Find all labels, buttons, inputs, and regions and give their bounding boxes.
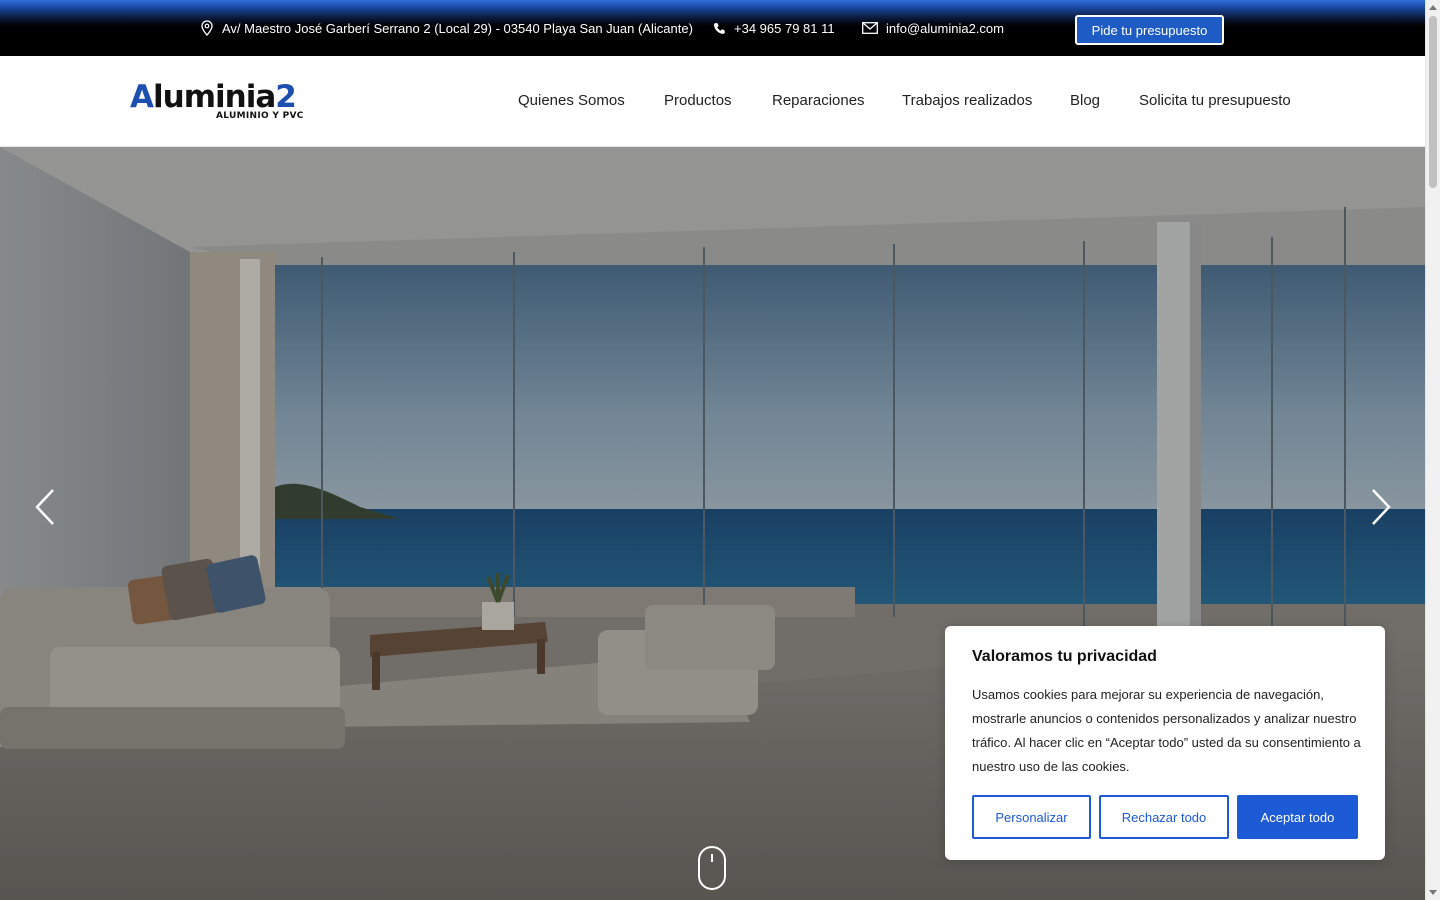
scroll-down-button[interactable] [697, 845, 727, 891]
logo[interactable]: Aluminia2 ALUMINIO Y PVC [130, 80, 310, 124]
nav-item-productos[interactable]: Productos [664, 92, 732, 109]
page-scrollbar[interactable] [1425, 0, 1440, 900]
site-header: Aluminia2 ALUMINIO Y PVC Quienes Somos P… [0, 56, 1425, 147]
scrollbar-thumb[interactable] [1429, 16, 1437, 188]
scroll-down-arrow-icon[interactable] [1429, 890, 1437, 895]
cookie-consent-banner: Valoramos tu privacidad Usamos cookies p… [945, 626, 1385, 860]
cookie-reject-button[interactable]: Rechazar todo [1099, 795, 1229, 839]
phone-icon [713, 22, 726, 35]
slider-prev-button[interactable] [26, 487, 66, 527]
cookie-accept-button[interactable]: Aceptar todo [1237, 795, 1358, 839]
cookie-title: Valoramos tu privacidad [972, 648, 1157, 665]
address-info: Av/ Maestro José Garberí Serrano 2 (Loca… [200, 0, 693, 56]
logo-wordmark: Aluminia2 [130, 79, 297, 115]
top-bar: Av/ Maestro José Garberí Serrano 2 (Loca… [0, 0, 1425, 56]
cookie-customize-button[interactable]: Personalizar [972, 795, 1091, 839]
phone-info[interactable]: +34 965 79 81 11 [713, 0, 835, 56]
chevron-left-icon [35, 489, 54, 525]
nav-item-solicita-presupuesto[interactable]: Solicita tu presupuesto [1139, 92, 1291, 109]
slider-next-button[interactable] [1360, 487, 1400, 527]
envelope-icon [862, 22, 878, 34]
nav-item-blog[interactable]: Blog [1070, 92, 1100, 109]
location-pin-icon [200, 20, 214, 36]
address-text: Av/ Maestro José Garberí Serrano 2 (Loca… [222, 20, 693, 36]
email-info[interactable]: info@aluminia2.com [862, 0, 1004, 56]
scroll-mouse-icon [698, 846, 726, 890]
email-text[interactable]: info@aluminia2.com [886, 21, 1004, 36]
cookie-text: Usamos cookies para mejorar su experienc… [972, 687, 1361, 774]
logo-tagline: ALUMINIO Y PVC [216, 111, 304, 121]
nav-item-reparaciones[interactable]: Reparaciones [772, 92, 865, 109]
chevron-right-icon [1372, 489, 1391, 525]
nav-item-quienes-somos[interactable]: Quienes Somos [518, 92, 625, 109]
nav-item-trabajos-realizados[interactable]: Trabajos realizados [902, 92, 1032, 109]
scroll-up-arrow-icon[interactable] [1429, 5, 1437, 10]
phone-text[interactable]: +34 965 79 81 11 [734, 21, 835, 36]
request-quote-button[interactable]: Pide tu presupuesto [1075, 15, 1224, 45]
